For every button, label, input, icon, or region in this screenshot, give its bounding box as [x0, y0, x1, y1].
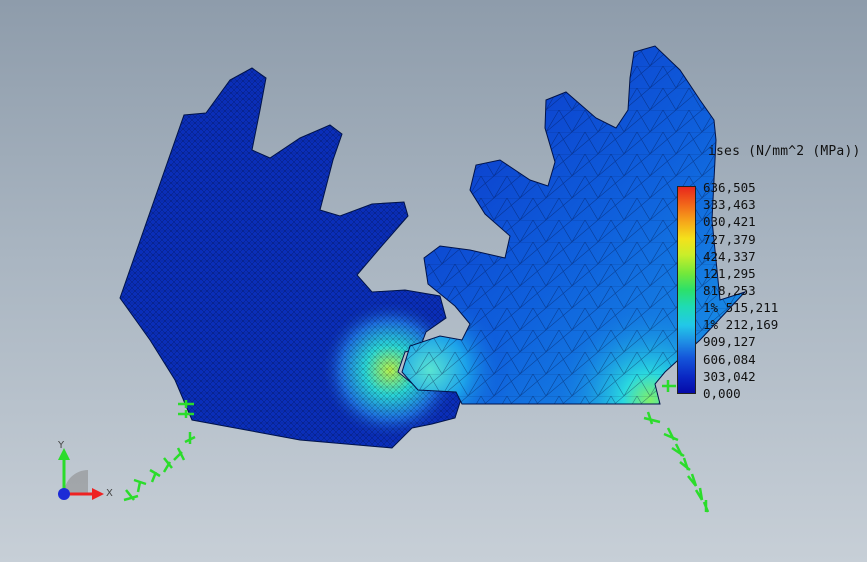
fea-viewport[interactable]	[0, 0, 867, 562]
legend-tick: 030,421	[703, 214, 756, 229]
legend-tick: 1% 212,169	[703, 317, 779, 332]
legend-tick: 0,000	[703, 386, 741, 401]
axis-y-label: Y	[58, 440, 65, 451]
fixture-arrows-left	[123, 400, 196, 502]
legend-tick: 606,084	[703, 352, 756, 367]
axis-x-label: X	[106, 488, 113, 499]
legend-color-bar	[677, 186, 696, 394]
legend-tick: 727,379	[703, 232, 756, 247]
legend-tick: 121,295	[703, 266, 756, 281]
legend-tick: 424,337	[703, 249, 756, 264]
legend-tick: 909,127	[703, 334, 756, 349]
axis-triad-icon[interactable]: Y X	[48, 436, 118, 510]
legend-tick: 636,505	[703, 180, 756, 195]
legend-tick: 818,253	[703, 283, 756, 298]
legend-tick: 1% 515,211	[703, 300, 779, 315]
gear-left-mesh[interactable]	[119, 67, 463, 449]
legend-tick: 333,463	[703, 197, 756, 212]
legend-tick: 303,042	[703, 369, 756, 384]
legend-title: ises (N/mm^2 (MPa))	[708, 144, 861, 159]
